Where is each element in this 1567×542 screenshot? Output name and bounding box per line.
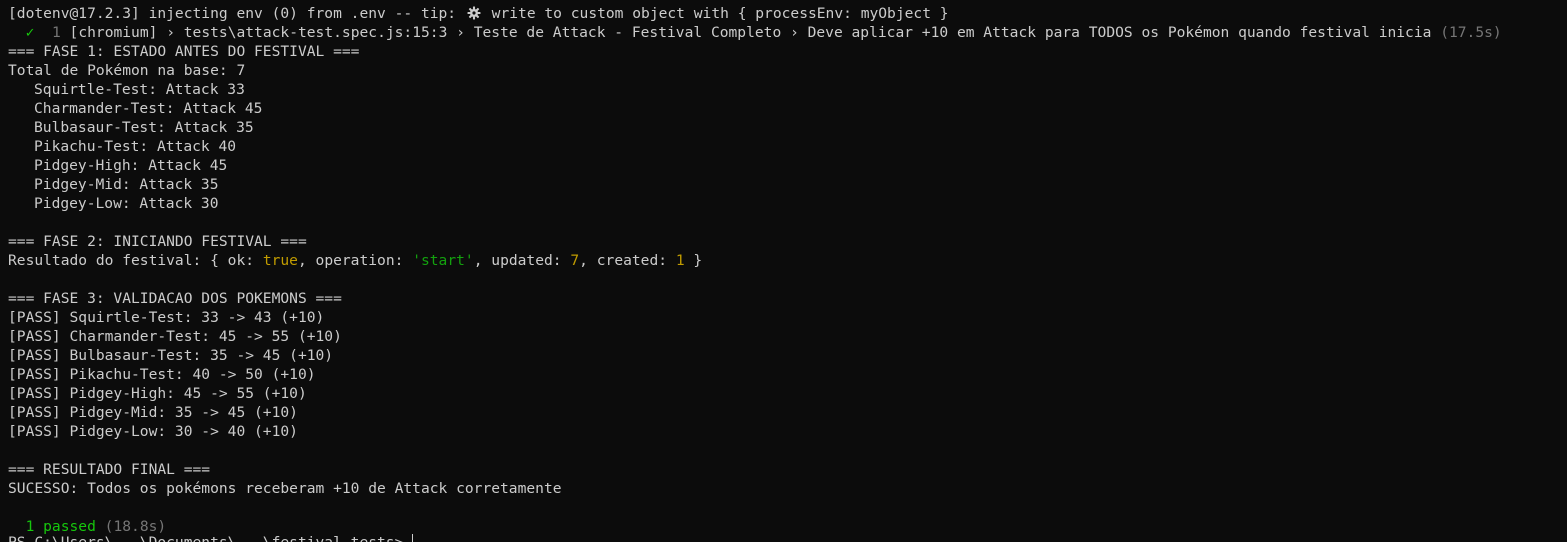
- test-header-line: ✓ 1 [chromium] › tests\attack-test.spec.…: [8, 23, 1567, 42]
- pass-line: [PASS] Charmander-Test: 45 -> 55 (+10): [8, 328, 342, 345]
- updated-key: , updated:: [473, 252, 571, 269]
- dotenv-prefix: [dotenv@17.2.3] injecting env (0) from .…: [8, 5, 465, 22]
- pass-line: [PASS] Bulbasaur-Test: 35 -> 45 (+10): [8, 347, 334, 364]
- created-key: , created:: [579, 252, 676, 269]
- operation-value: 'start': [412, 252, 474, 269]
- text-cursor: [412, 534, 414, 542]
- phase1-title: === FASE 1: ESTADO ANTES DO FESTIVAL ===: [8, 43, 360, 60]
- pokemon-line: Squirtle-Test: Attack 33: [34, 81, 245, 98]
- pokemon-line: Bulbasaur-Test: Attack 35: [34, 119, 254, 136]
- check-icon: ✓: [25, 24, 35, 41]
- phase1-total: Total de Pokémon na base: 7: [8, 62, 246, 79]
- pokemon-line: Pidgey-High: Attack 45: [34, 157, 228, 174]
- shell-prompt[interactable]: PS C:\Users\...\Documents\...\festival-t…: [8, 533, 414, 542]
- pass-line: [PASS] Pidgey-Mid: 35 -> 45 (+10): [8, 404, 298, 421]
- phase2-title: === FASE 2: INICIANDO FESTIVAL ===: [8, 233, 307, 250]
- pass-line: [PASS] Pikachu-Test: 40 -> 50 (+10): [8, 366, 316, 383]
- operation-key: , operation:: [297, 252, 413, 269]
- terminal-output[interactable]: [dotenv@17.2.3] injecting env (0) from .…: [0, 0, 1567, 542]
- pass-line: [PASS] Pidgey-Low: 30 -> 40 (+10): [8, 423, 298, 440]
- updated-value: 7: [570, 252, 580, 269]
- test-path: [chromium] › tests\attack-test.spec.js:1…: [69, 24, 1432, 41]
- result-suffix: }: [684, 252, 703, 269]
- created-value: 1: [675, 252, 685, 269]
- final-message: SUCESSO: Todos os pokémons receberam +10…: [8, 480, 562, 497]
- gear-icon: [467, 6, 481, 20]
- test-index: 1: [51, 24, 61, 41]
- pokemon-line: Pidgey-Low: Attack 30: [34, 195, 219, 212]
- pass-line: [PASS] Squirtle-Test: 33 -> 43 (+10): [8, 309, 325, 326]
- festival-result-line: Resultado do festival: { ok: true, opera…: [8, 251, 1567, 270]
- dotenv-line: [dotenv@17.2.3] injecting env (0) from .…: [8, 4, 1567, 23]
- phase3-title: === FASE 3: VALIDACAO DOS POKEMONS ===: [8, 290, 342, 307]
- pokemon-line: Pikachu-Test: Attack 40: [34, 138, 237, 155]
- result-prefix: Resultado do festival: { ok:: [8, 252, 263, 269]
- final-title: === RESULTADO FINAL ===: [8, 461, 211, 478]
- dotenv-suffix: write to custom object with { processEnv…: [482, 5, 949, 22]
- pokemon-line: Charmander-Test: Attack 45: [34, 100, 263, 117]
- test-duration: (17.5s): [1440, 24, 1502, 41]
- prompt-text: PS C:\Users\...\Documents\...\festival-t…: [8, 534, 412, 542]
- pass-line: [PASS] Pidgey-High: 45 -> 55 (+10): [8, 385, 307, 402]
- ok-value: true: [262, 252, 298, 269]
- pokemon-line: Pidgey-Mid: Attack 35: [34, 176, 219, 193]
